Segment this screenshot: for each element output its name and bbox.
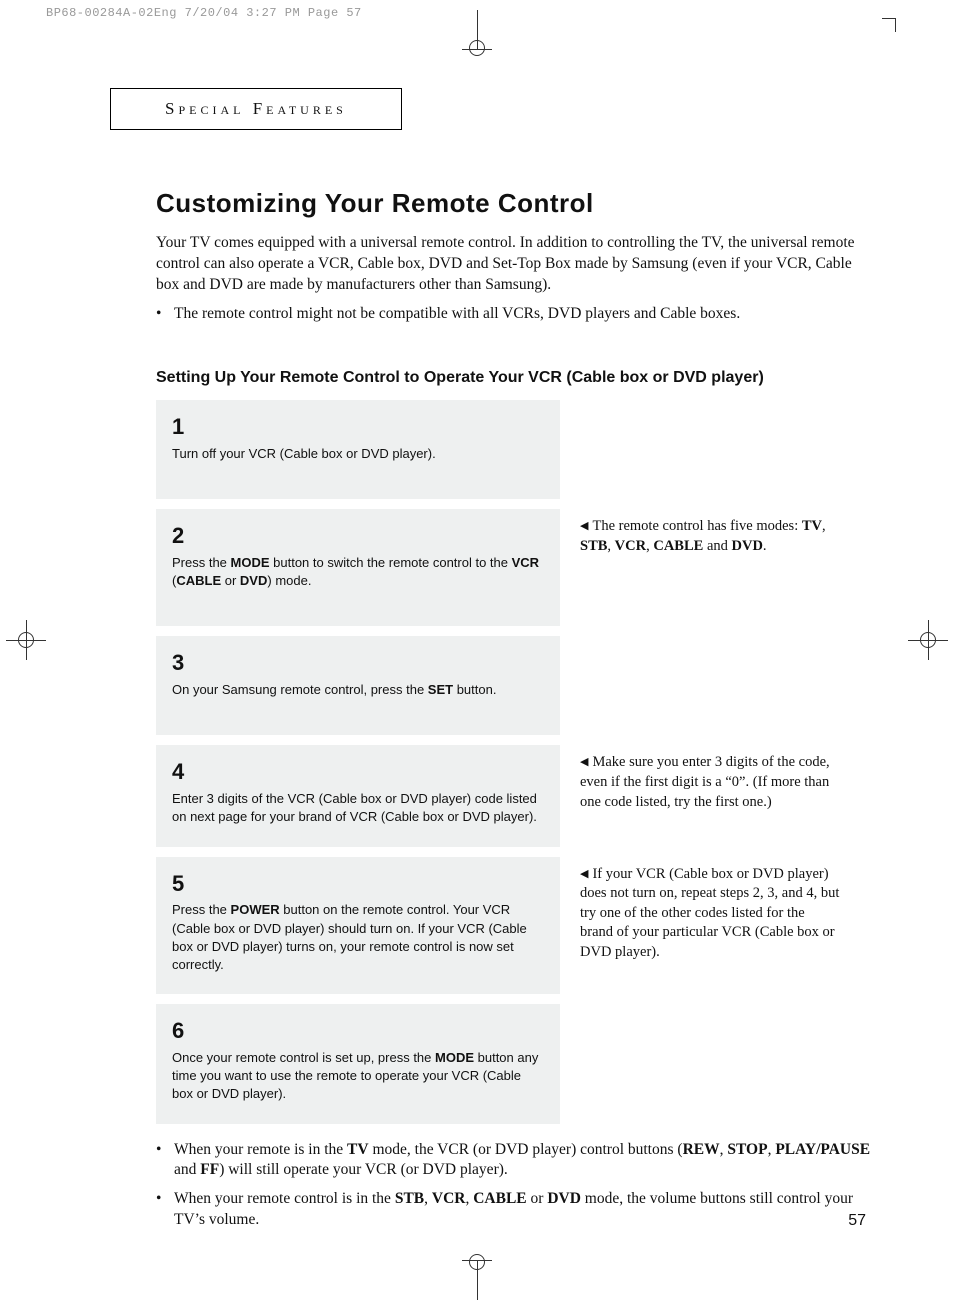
step-text: Enter 3 digits of the VCR (Cable box or …: [172, 791, 537, 824]
step-text: Press the MODE button to switch the remo…: [172, 555, 539, 588]
step-text: Turn off your VCR (Cable box or DVD play…: [172, 446, 436, 461]
footer-bullet: When your remote is in the TV mode, the …: [156, 1140, 874, 1182]
steps-list: 1 Turn off your VCR (Cable box or DVD pl…: [156, 400, 874, 1123]
crop-mark-bottom: [457, 1260, 497, 1300]
step-number: 5: [172, 869, 544, 900]
step-number: 3: [172, 648, 544, 679]
step-aside-3: [560, 636, 840, 735]
step-number: 6: [172, 1016, 544, 1047]
intro-bullet: The remote control might not be compatib…: [156, 304, 874, 325]
step-box-3: 3 On your Samsung remote control, press …: [156, 636, 560, 735]
step-row: 2 Press the MODE button to switch the re…: [156, 509, 874, 626]
step-text: On your Samsung remote control, press th…: [172, 682, 496, 697]
step-row: 5 Press the POWER button on the remote c…: [156, 857, 874, 995]
step-aside-2: The remote control has five modes: TV, S…: [560, 509, 840, 626]
page-title: Customizing Your Remote Control: [156, 188, 874, 219]
step-aside-6: [560, 1004, 840, 1123]
step-aside-1: [560, 400, 840, 499]
step-box-5: 5 Press the POWER button on the remote c…: [156, 857, 560, 995]
step-box-2: 2 Press the MODE button to switch the re…: [156, 509, 560, 626]
section-header-label: Special Features: [165, 99, 347, 118]
step-row: 3 On your Samsung remote control, press …: [156, 636, 874, 735]
step-row: 4 Enter 3 digits of the VCR (Cable box o…: [156, 745, 874, 846]
step-text: Once your remote control is set up, pres…: [172, 1050, 538, 1101]
subsection-title: Setting Up Your Remote Control to Operat…: [156, 367, 796, 389]
registration-mark-left: [6, 620, 46, 660]
step-aside-4: Make sure you enter 3 digits of the code…: [560, 745, 840, 846]
triangle-left-icon: [580, 517, 588, 537]
step-number: 2: [172, 521, 544, 552]
section-header-box: Special Features: [110, 88, 402, 130]
triangle-left-icon: [580, 865, 588, 885]
step-box-1: 1 Turn off your VCR (Cable box or DVD pl…: [156, 400, 560, 499]
step-number: 1: [172, 412, 544, 443]
intro-paragraph: Your TV comes equipped with a universal …: [156, 233, 874, 296]
footer-notes: When your remote is in the TV mode, the …: [156, 1140, 874, 1232]
triangle-left-icon: [580, 753, 588, 773]
footer-bullet: When your remote control is in the STB, …: [156, 1189, 874, 1231]
step-row: 6 Once your remote control is set up, pr…: [156, 1004, 874, 1123]
trim-corner-top-right: [882, 18, 896, 32]
crop-mark-top: [457, 10, 497, 50]
step-text: Press the POWER button on the remote con…: [172, 902, 527, 972]
step-number: 4: [172, 757, 544, 788]
page-number: 57: [848, 1212, 866, 1230]
step-aside-5: If your VCR (Cable box or DVD player) do…: [560, 857, 840, 995]
step-box-4: 4 Enter 3 digits of the VCR (Cable box o…: [156, 745, 560, 846]
step-row: 1 Turn off your VCR (Cable box or DVD pl…: [156, 400, 874, 499]
step-box-6: 6 Once your remote control is set up, pr…: [156, 1004, 560, 1123]
print-header: BP68-00284A-02Eng 7/20/04 3:27 PM Page 5…: [46, 6, 362, 20]
registration-mark-right: [908, 620, 948, 660]
